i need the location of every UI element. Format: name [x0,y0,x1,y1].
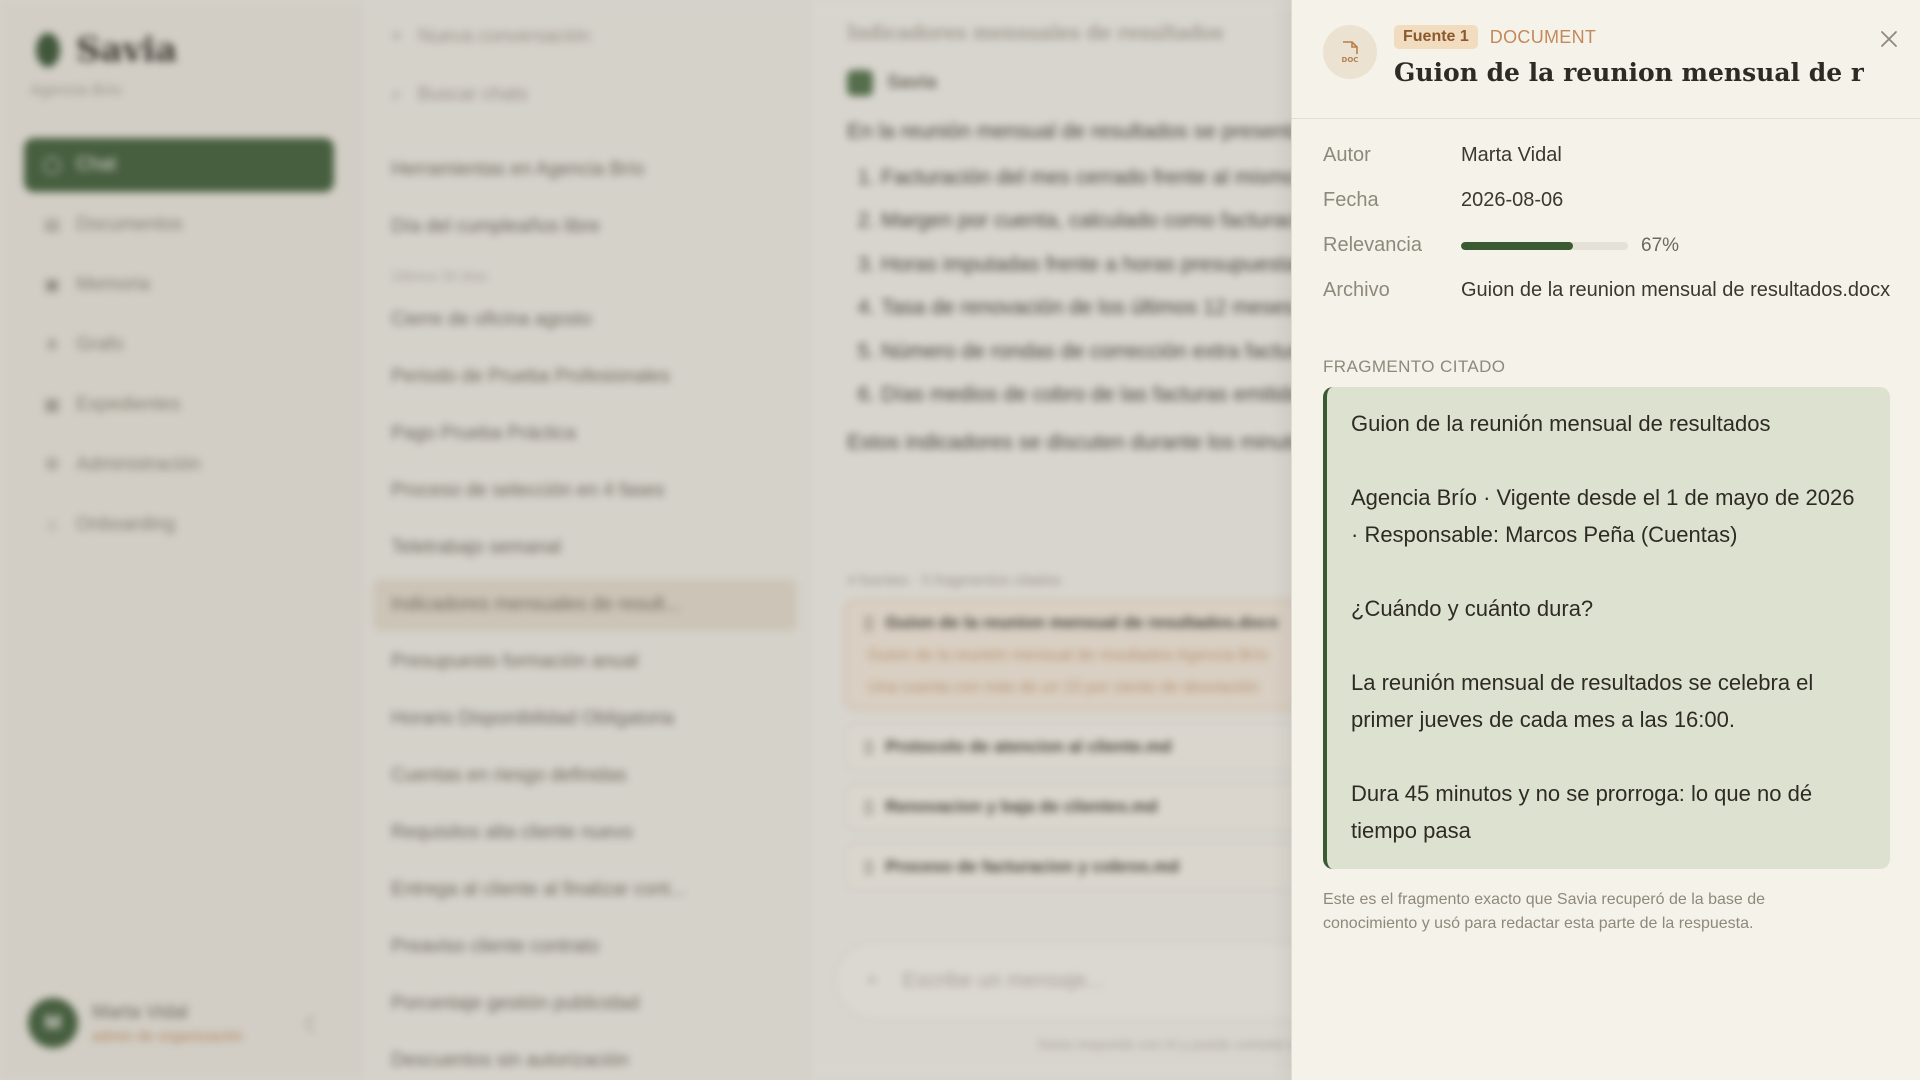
meta-row-date: Fecha 2026-08-06 [1323,188,1893,216]
file-value: Guion de la reunion mensual de resultado… [1461,279,1891,301]
metadata-list: Autor Marta Vidal Fecha 2026-08-06 Relev… [1323,143,1893,323]
close-icon [1881,31,1897,47]
relevance-bar-track [1461,241,1628,250]
source-badge: Fuente 1 [1394,25,1478,49]
meta-label: Archivo [1323,279,1390,301]
cited-fragment: Guion de la reunión mensual de resultado… [1323,387,1890,869]
badge-row: Fuente 1 DOCUMENT [1394,25,1596,49]
panel-header: DOC Fuente 1 DOCUMENT Guion de la reunio… [1292,0,1920,119]
relevance-meter: 67% [1461,230,1893,261]
relevance-bar-fill [1461,241,1573,250]
meta-row-author: Autor Marta Vidal [1323,143,1893,171]
meta-label: Autor [1323,144,1371,166]
author-value: Marta Vidal [1461,144,1562,166]
fragment-note: Este es el fragmento exacto que Savia re… [1323,891,1766,932]
fragment-paragraph: Guion de la reunión mensual de resultado… [1351,411,1771,436]
modal-backdrop[interactable] [0,0,1291,1080]
relevance-value: 67% [1461,230,1893,261]
meta-label: Fecha [1323,189,1379,211]
meta-row-relevance: Relevancia 67% [1323,233,1893,261]
fragment-paragraph: Agencia Brío · Vigente desde el 1 de may… [1351,485,1855,547]
fragment-paragraph: ¿Cuándo y cuánto dura? [1351,596,1594,621]
close-button[interactable] [1874,24,1904,54]
date-value: 2026-08-06 [1461,189,1564,211]
meta-label: Relevancia [1323,234,1422,256]
svg-text:DOC: DOC [1342,56,1359,64]
fragment-paragraph: La reunión mensual de resultados se cele… [1351,670,1814,732]
fragment-label: FRAGMENTO CITADO [1323,357,1506,376]
fragment-paragraph: Dura 45 minutos y no se prorroga: lo que… [1351,781,1813,843]
source-detail-panel: DOC Fuente 1 DOCUMENT Guion de la reunio… [1291,0,1920,1080]
document-type: DOCUMENT [1489,26,1597,47]
panel-title: Guion de la reunion mensual de res... [1394,58,1864,87]
doc-file-icon: DOC [1323,25,1377,79]
relevance-percent: 67% [1641,235,1680,256]
meta-row-file: Archivo Guion de la reunion mensual de r… [1323,278,1893,306]
